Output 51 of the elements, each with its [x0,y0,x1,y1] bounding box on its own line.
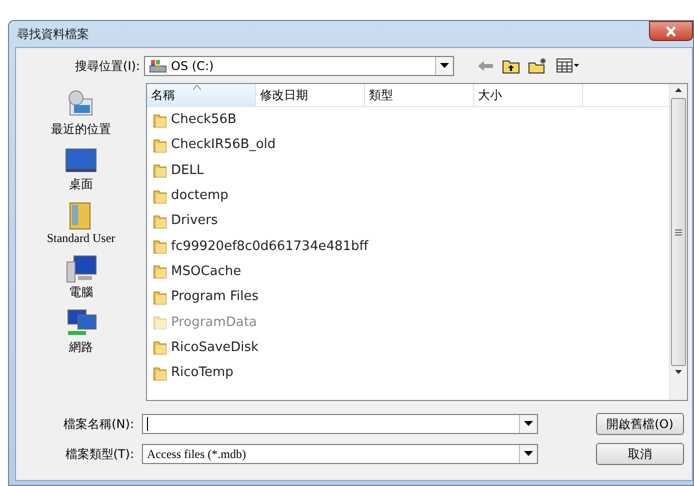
folder-icon [153,136,167,153]
folder-icon [153,162,167,178]
folder-row[interactable]: CheckIR56B_old [147,132,669,158]
places-item[interactable]: 電腦 [64,252,98,301]
folder-icon [153,364,167,381]
drive-icon [149,59,167,73]
scroll-thumb[interactable] [671,98,686,366]
places-item[interactable]: 網路 [64,307,98,356]
look-in-value: OS (C:) [171,59,214,73]
scrollbar[interactable] [669,84,687,400]
dropdown-arrow-icon[interactable] [440,63,449,69]
cancel-button[interactable]: 取消 [596,443,684,465]
folder-row[interactable]: RicoSaveDisk [147,334,669,360]
folder-icon [153,212,167,229]
folder-row[interactable]: RicoTemp [147,360,669,386]
folder-row[interactable]: Program Files [147,284,669,310]
file-type-label: 檔案類型(T): [64,446,134,462]
file-type-dropdown[interactable]: Access files (*.mdb) [142,444,538,464]
look-in-label: 搜尋位置(I): [74,58,140,74]
folder-icon [153,112,167,128]
close-icon [665,26,677,36]
folder-row[interactable]: ProgramData [147,309,669,335]
close-button[interactable] [649,21,693,41]
folder-row[interactable]: Drivers [147,208,669,234]
window-title: 尋找資料檔案 [17,26,89,42]
folder-icon [153,314,167,330]
folder-icon [153,263,167,280]
places-item[interactable]: 最近的位置 [51,89,111,138]
text-cursor-icon [147,417,149,431]
folder-icon [153,288,167,305]
file-name-label: 檔案名稱(N): [62,416,134,432]
column-header[interactable]: 名稱 [147,84,256,106]
folder-row[interactable]: doctemp [147,182,669,208]
folder-row[interactable]: MSOCache [147,258,669,284]
folder-row[interactable]: fc99920ef8c0d661734e481bff [147,233,669,259]
folder-icon [153,238,167,254]
file-name-field[interactable] [142,414,538,434]
folder-icon [153,339,167,356]
folder-row[interactable]: Check56B [147,107,669,132]
dropdown-arrow-icon[interactable] [524,421,533,427]
sort-caret-icon [193,85,201,90]
folder-row[interactable]: DELL [147,158,669,183]
look-in-dropdown[interactable]: OS (C:) [144,56,454,76]
dropdown-arrow-icon[interactable] [524,451,533,457]
folder-icon [153,188,167,204]
view-menu-icon[interactable] [556,58,580,74]
places-item[interactable]: Standard User [46,199,116,246]
up-folder-icon[interactable] [502,58,520,74]
places-item[interactable]: 桌面 [64,144,98,193]
new-folder-icon[interactable] [528,58,548,74]
open-button[interactable]: 開啟舊檔(O) [596,413,684,435]
